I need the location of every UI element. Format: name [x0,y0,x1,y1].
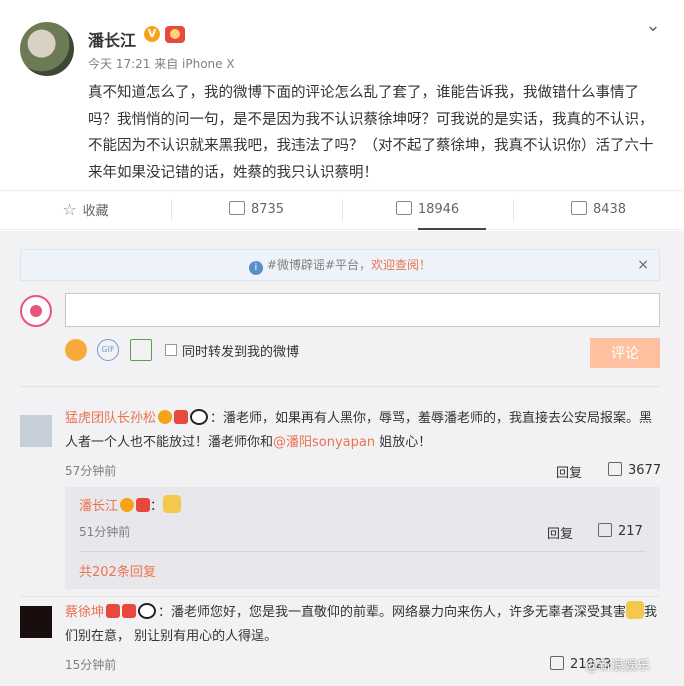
author-avatar[interactable] [20,22,74,76]
close-icon[interactable]: × [637,250,649,280]
all-replies-link[interactable]: 共202条回复 [79,561,156,580]
verified-badge-icon [106,604,121,618]
hug-emoji-icon [626,601,645,619]
reply-like-button[interactable]: 217 [598,523,643,539]
reply-button[interactable]: 回复 [547,523,573,542]
member-badge-icon [174,410,189,424]
watermark: @新浪娱乐 [585,659,651,674]
image-icon[interactable] [130,339,152,361]
comment-like-button[interactable]: 3677 [608,462,661,478]
comments-count: 18946 [417,202,460,217]
commenter-avatar[interactable] [20,415,52,447]
repost-checkbox-label: 同时转发到我的微博 [182,345,300,360]
my-avatar [20,295,52,327]
panda-icon [138,603,157,619]
repost-icon [228,201,245,215]
divider [79,551,646,552]
rumor-notice: i #微博辟谣#平台，欢迎查阅！ × [20,249,660,281]
sub-reply: 潘长江： [79,495,182,519]
verified-badge-icon: V [144,26,160,42]
repost-button[interactable]: 8735 [171,191,342,229]
post-card: 潘长江 V ⌄ 今天 17:21 来自 iPhone X 真不知道怎么了，我的微… [0,0,684,190]
divider [20,596,660,597]
mention-link[interactable]: @潘阳sonyapan [273,435,375,450]
member-badge-icon [122,604,137,618]
repost-count: 8735 [250,202,285,217]
commenter-name[interactable]: 猛虎团队长孙松 [65,411,156,426]
thumbs-up-icon [608,462,622,476]
gif-icon[interactable]: GIF [97,339,119,361]
comments-area: i #微博辟谣#平台，欢迎查阅！ × GIF 同时转发到我的微博 评论 猛虎团队长… [0,231,684,686]
comment-time: 15分钟前 [65,658,117,672]
comment-content-end: 姐放心！ [375,435,432,450]
commenter-avatar[interactable] [20,606,52,638]
post-text: 真不知道怎么了，我的微博下面的评论怎么乱了套了，谁能告诉我，我做错什么事情了吗？… [88,85,654,181]
notice-link[interactable]: 欢迎查阅！ [371,258,431,272]
post-meta: 今天 17:21 来自 iPhone X [88,57,235,71]
info-icon: i [248,261,263,275]
reply-time: 51分钟前 [79,525,131,539]
member-badge-icon [165,26,185,43]
reply-box: 潘长江： 51分钟前 回复 217 共202条回复 [65,487,660,589]
panda-icon [190,409,209,425]
thumbs-up-emoji-icon [163,495,182,513]
comment-input[interactable] [65,293,660,327]
author-name[interactable]: 潘长江 [88,27,136,51]
action-bar: ☆ 收藏 8735 18946 8438 [0,190,684,230]
thumbs-up-icon [550,656,564,670]
submit-comment-button[interactable]: 评论 [590,338,660,368]
favorite-label: 收藏 [82,204,109,219]
verified-badge-icon [158,410,173,424]
star-icon: ☆ [62,200,77,219]
reply-button[interactable]: 回复 [556,462,582,481]
divider [20,386,660,387]
comment-like-count: 3677 [628,463,662,478]
commenter-name[interactable]: 蔡徐坤 [65,605,104,620]
like-button[interactable]: 8438 [513,191,684,229]
reply-author-name[interactable]: 潘长江 [79,499,118,514]
favorite-button[interactable]: ☆ 收藏 [0,191,171,229]
chevron-down-icon[interactable]: ⌄ [643,16,663,36]
comments-button[interactable]: 18946 [342,191,513,230]
comment-icon [395,201,412,215]
thumbs-up-icon [598,523,612,537]
reply-like-count: 217 [618,524,643,539]
thumbs-up-icon [570,201,587,215]
comment-content: ：潘老师您好，您是我一直敬仰的前辈。网络暴力向来伤人，许多无辜者深受其害 [158,605,627,620]
likes-count: 8438 [592,202,627,217]
emoji-icon[interactable] [65,339,87,361]
repost-checkbox[interactable] [165,344,177,356]
comment-text: 猛虎团队长孙松 ：潘老师，如果再有人黑你，辱骂，羞辱潘老师的，我直接去公安局报案。… [65,407,660,455]
comment-time: 57分钟前 [65,464,117,478]
member-badge-icon [136,498,151,512]
comment-text: 蔡徐坤 ：潘老师您好，您是我一直敬仰的前辈。网络暴力向来伤人，许多无辜者深受其害我… [65,601,660,649]
notice-text: #微博辟谣#平台， [266,258,372,272]
verified-badge-icon [120,498,135,512]
